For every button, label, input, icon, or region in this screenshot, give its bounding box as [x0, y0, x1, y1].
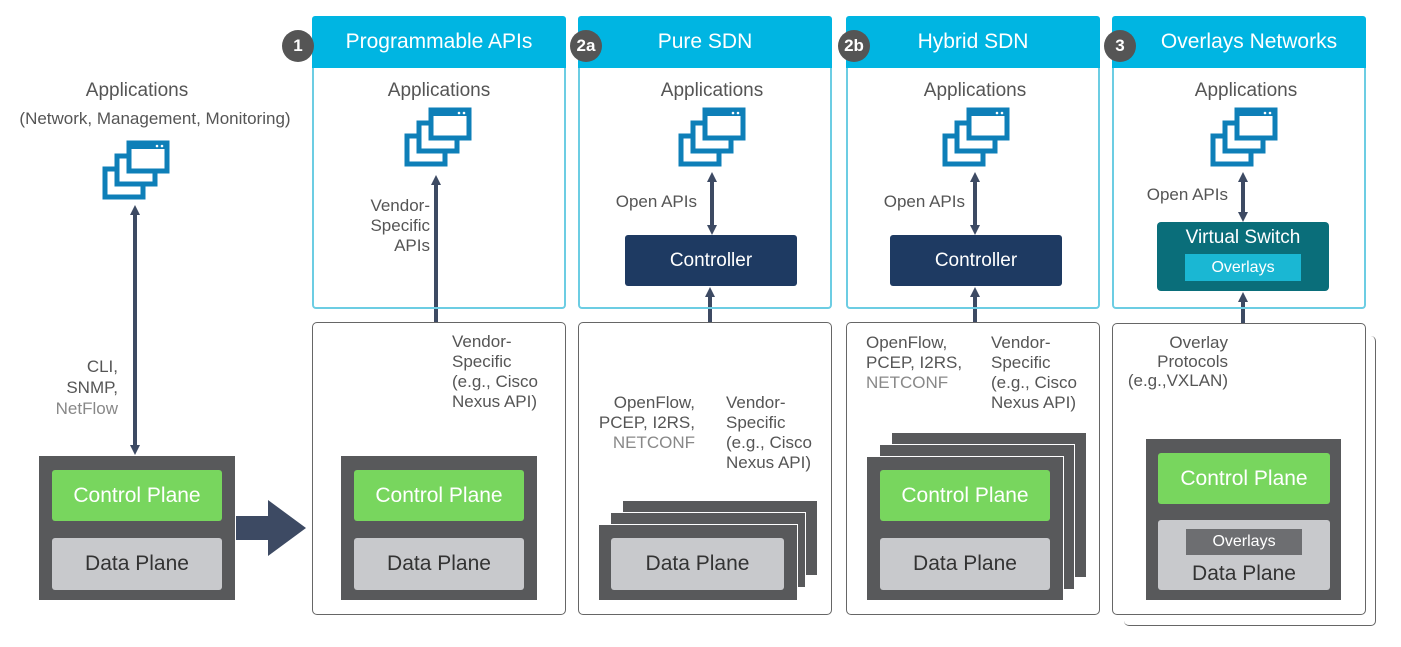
data-plane: Data Plane: [880, 538, 1050, 590]
panel-3-header: Overlays Networks: [1112, 16, 1366, 68]
label-line: PCEP, I2RS,: [866, 353, 963, 372]
label-line: Nexus API): [452, 392, 538, 411]
apps-label: Applications: [387, 80, 491, 101]
apps-label: Applications: [923, 80, 1027, 101]
label-line: PCEP, I2RS,: [598, 413, 695, 432]
vendor-specific-label: Vendor- Specific (e.g., Cisco Nexus API): [726, 393, 812, 473]
overlays-tag: Overlays: [1185, 254, 1301, 281]
label-line: Vendor-: [726, 393, 786, 412]
virtual-switch-label: Virtual Switch: [1185, 227, 1301, 248]
panel-3-badge: 3: [1104, 30, 1136, 62]
label-line: (e.g., Cisco: [726, 433, 812, 452]
panel-1-header: Programmable APIs: [312, 16, 566, 68]
control-plane: Control Plane: [880, 470, 1050, 521]
label-line: Vendor-: [370, 196, 430, 215]
southbound-protocols-label: OpenFlow, PCEP, I2RS, NETCONF: [580, 393, 695, 453]
label-line: Vendor-: [452, 332, 512, 351]
virtual-switch: Virtual Switch Overlays: [1157, 222, 1329, 291]
label-line: OpenFlow,: [613, 393, 695, 412]
label-line: Nexus API): [726, 453, 812, 472]
data-plane: Data Plane: [354, 538, 524, 590]
panel-2b-header: Hybrid SDN: [846, 16, 1100, 68]
app-icon: [105, 143, 167, 197]
panel-2a-header: Pure SDN: [578, 16, 832, 68]
apps-label: Applications: [660, 80, 764, 101]
panel-1-app-layer: [312, 68, 566, 309]
open-apis-label: Open APIs: [615, 192, 697, 211]
overlay-protocols-label: Overlay Protocols (e.g.,VXLAN): [1100, 333, 1228, 390]
sdn-approaches-diagram: Applications (Network, Management, Monit…: [0, 0, 1401, 647]
label-line: APIs: [394, 236, 430, 255]
vendor-specific-label: Vendor- Specific (e.g., Cisco Nexus API): [991, 333, 1077, 413]
label-line: Specific: [726, 413, 786, 432]
control-plane: Control Plane: [354, 470, 524, 521]
label-line: Protocols: [1157, 352, 1228, 371]
controller: Controller: [625, 235, 797, 286]
southbound-protocols-label: OpenFlow, PCEP, I2RS, NETCONF: [866, 333, 962, 393]
label-line: Specific: [370, 216, 430, 235]
label-line: OpenFlow,: [866, 333, 948, 352]
protocol-label: NetFlow: [55, 399, 118, 418]
apps-label: Applications: [1194, 80, 1298, 101]
label-line: Specific: [452, 352, 512, 371]
protocol-label: CLI,: [86, 357, 118, 376]
label-line: (e.g.,VXLAN): [1127, 371, 1228, 390]
label-line: Nexus API): [991, 393, 1077, 412]
label-line: Overlay: [1169, 333, 1228, 352]
controller: Controller: [890, 235, 1062, 286]
data-plane: Data Plane: [611, 538, 784, 590]
label-line: (e.g., Cisco: [452, 372, 538, 391]
legacy-protocols: CLI, SNMP, NetFlow: [40, 356, 118, 419]
panel-2b-badge: 2b: [838, 30, 870, 62]
control-plane: Control Plane: [1158, 453, 1330, 504]
protocol-label: SNMP,: [66, 378, 118, 397]
label-line: (e.g., Cisco: [991, 373, 1077, 392]
label-line: NETCONF: [612, 433, 695, 452]
open-apis-label: Open APIs: [883, 192, 965, 211]
legacy-apps-subtitle: (Network, Management, Monitoring): [19, 109, 291, 128]
overlays-tag: Overlays: [1186, 529, 1302, 555]
evolution-arrow-icon: [236, 500, 306, 556]
panel-1-badge: 1: [282, 30, 314, 62]
vendor-specific-label: Vendor- Specific (e.g., Cisco Nexus API): [452, 332, 538, 412]
data-plane: Data Plane: [52, 538, 222, 590]
label-line: Specific: [991, 353, 1051, 372]
open-apis-label: Open APIs: [1146, 185, 1228, 204]
panel-2a-badge: 2a: [570, 30, 602, 62]
control-plane: Control Plane: [52, 470, 222, 521]
label-line: NETCONF: [866, 373, 949, 392]
vendor-apis-label: Vendor- Specific APIs: [330, 196, 430, 256]
legacy-apps-title: Applications: [85, 80, 189, 101]
label-line: Vendor-: [991, 333, 1051, 352]
